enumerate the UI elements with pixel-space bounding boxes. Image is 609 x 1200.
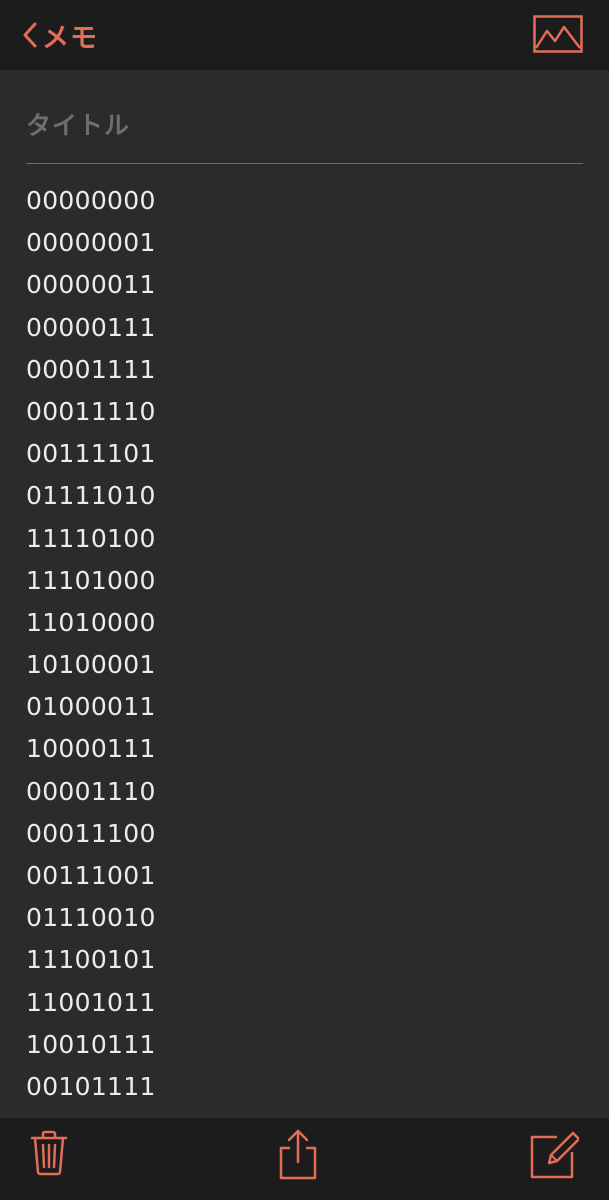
bottom-toolbar <box>0 1118 609 1200</box>
back-button-label: メモ <box>42 22 98 54</box>
note-line: 11100101 <box>26 945 156 975</box>
note-line: 10010111 <box>26 1029 156 1059</box>
note-line: 11001011 <box>26 987 156 1017</box>
note-line: 00001111 <box>26 354 156 384</box>
note-line: 00001110 <box>26 776 156 806</box>
note-line: 00011100 <box>26 818 156 848</box>
note-line: 01110010 <box>26 903 156 933</box>
compose-icon <box>529 1130 579 1180</box>
insert-image-button[interactable] <box>533 15 583 53</box>
title-input[interactable]: タイトル <box>26 106 583 146</box>
note-line: 00000011 <box>26 270 156 300</box>
note-line: 00101111 <box>26 1071 156 1101</box>
chevron-left-icon <box>22 21 38 49</box>
note-line: 11110100 <box>26 523 156 553</box>
note-editor[interactable]: タイトル 00000000 00000001 00000011 00000111 000… <box>0 70 609 1118</box>
compose-button[interactable] <box>529 1130 579 1180</box>
back-button[interactable]: メモ <box>22 14 98 56</box>
note-line: 00111001 <box>26 861 156 890</box>
title-divider <box>26 163 583 164</box>
note-line: 01000011 <box>26 692 156 722</box>
note-line: 01111010 <box>26 481 156 511</box>
note-line: 00000111 <box>26 312 156 342</box>
note-line: 10100001 <box>26 650 156 680</box>
note-line: 11101000 <box>26 565 156 595</box>
note-line: 11010000 <box>26 607 156 637</box>
note-line: 00011110 <box>26 396 156 426</box>
delete-button[interactable] <box>30 1130 68 1176</box>
note-line: 00111101 <box>26 439 156 469</box>
note-line: 00000000 <box>26 186 156 215</box>
note-line: 00000001 <box>26 228 156 258</box>
note-line: 10000111 <box>26 734 156 764</box>
note-body[interactable]: 00000000 00000001 00000011 00000111 00001111… <box>26 180 583 1108</box>
share-icon <box>278 1128 318 1180</box>
trash-icon <box>30 1130 68 1176</box>
image-icon <box>533 15 583 57</box>
navigation-bar: メモ <box>0 0 609 70</box>
share-button[interactable] <box>278 1128 318 1180</box>
